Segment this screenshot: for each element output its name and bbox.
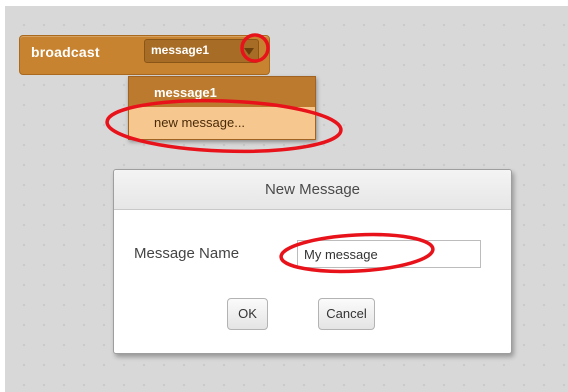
- message-name-input[interactable]: [297, 240, 481, 268]
- cancel-button[interactable]: Cancel: [318, 298, 375, 330]
- new-message-dialog: New Message Message Name OK Cancel: [113, 169, 512, 354]
- message-dropdown-value: message1: [151, 43, 210, 57]
- message-dropdown-menu: message1 new message...: [128, 76, 316, 140]
- message-dropdown[interactable]: message1: [144, 39, 259, 63]
- menu-item-new-message[interactable]: new message...: [129, 107, 315, 139]
- chevron-down-icon[interactable]: [244, 48, 254, 55]
- dialog-title: New Message: [264, 181, 361, 198]
- ok-button[interactable]: OK: [227, 298, 268, 330]
- dialog-header: New Message: [114, 170, 511, 210]
- message-name-label: Message Name: [134, 245, 240, 262]
- menu-item-message1[interactable]: message1: [129, 77, 315, 107]
- broadcast-block[interactable]: broadcast message1: [19, 35, 270, 75]
- broadcast-block-label: broadcast: [31, 44, 100, 60]
